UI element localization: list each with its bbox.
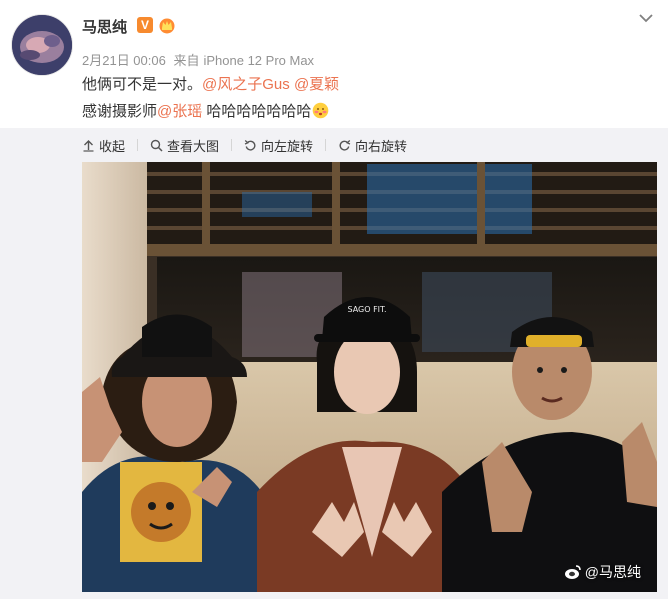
post-source[interactable]: iPhone 12 Pro Max <box>203 53 314 68</box>
rotate-left-label: 向左旋转 <box>261 138 314 154</box>
view-large-button[interactable]: 查看大图 <box>150 136 219 155</box>
post-photo[interactable]: SAGO FIT. @马思纯 <box>82 162 657 592</box>
divider <box>325 139 327 151</box>
magnify-icon <box>150 139 163 152</box>
post-text: 哈哈哈哈哈哈哈 <box>202 103 312 120</box>
rotate-left-icon <box>244 139 256 151</box>
post-text-line-2: 感谢摄影师@张瑶 哈哈哈哈哈哈哈 <box>82 100 329 121</box>
blush-emoji-icon <box>313 102 329 119</box>
divider <box>231 139 233 151</box>
photo-illustration: SAGO FIT. <box>82 162 657 592</box>
photo-watermark: @马思纯 <box>564 562 641 582</box>
mention-link[interactable]: @风之子Gus <box>202 76 290 93</box>
post-text: 感谢摄影师 <box>82 103 158 120</box>
rotate-left-button[interactable]: 向左旋转 <box>244 136 313 155</box>
mention-link[interactable]: @张瑶 <box>157 103 202 120</box>
username[interactable]: 马思纯 <box>82 16 127 37</box>
weibo-post-card: 马思纯 V 2月21日 00:06 来自 iPhone 12 Pro Max 他俩… <box>0 0 668 599</box>
collapse-icon <box>83 139 94 152</box>
watermark-text: @马思纯 <box>584 564 641 580</box>
verified-badge: V <box>137 17 153 33</box>
collapse-label: 收起 <box>99 138 126 154</box>
rotate-right-icon <box>339 139 351 151</box>
weibo-icon <box>564 565 581 579</box>
post-text-line-1: 他俩可不是一对。@风之子Gus @夏颖 <box>82 73 339 94</box>
chevron-down-icon[interactable] <box>638 10 654 26</box>
image-toolbar: 收起 查看大图 向左旋转 向右旋转 <box>0 128 668 162</box>
post-meta: 2月21日 00:06 来自 iPhone 12 Pro Max <box>82 50 318 69</box>
avatar-image <box>12 15 72 75</box>
post-text: 他俩可不是一对。 <box>82 76 203 93</box>
divider <box>137 139 139 151</box>
source-prefix: 来自 <box>173 53 200 68</box>
cap-text: SAGO FIT. <box>347 305 386 314</box>
crown-icon <box>159 18 175 34</box>
avatar[interactable] <box>11 14 73 76</box>
view-large-label: 查看大图 <box>167 138 220 154</box>
post-timestamp[interactable]: 2月21日 00:06 <box>82 53 166 68</box>
rotate-right-button[interactable]: 向右旋转 <box>338 136 407 155</box>
mention-link[interactable]: @夏颖 <box>294 76 339 93</box>
collapse-button[interactable]: 收起 <box>82 136 125 155</box>
rotate-right-label: 向右旋转 <box>355 138 408 154</box>
